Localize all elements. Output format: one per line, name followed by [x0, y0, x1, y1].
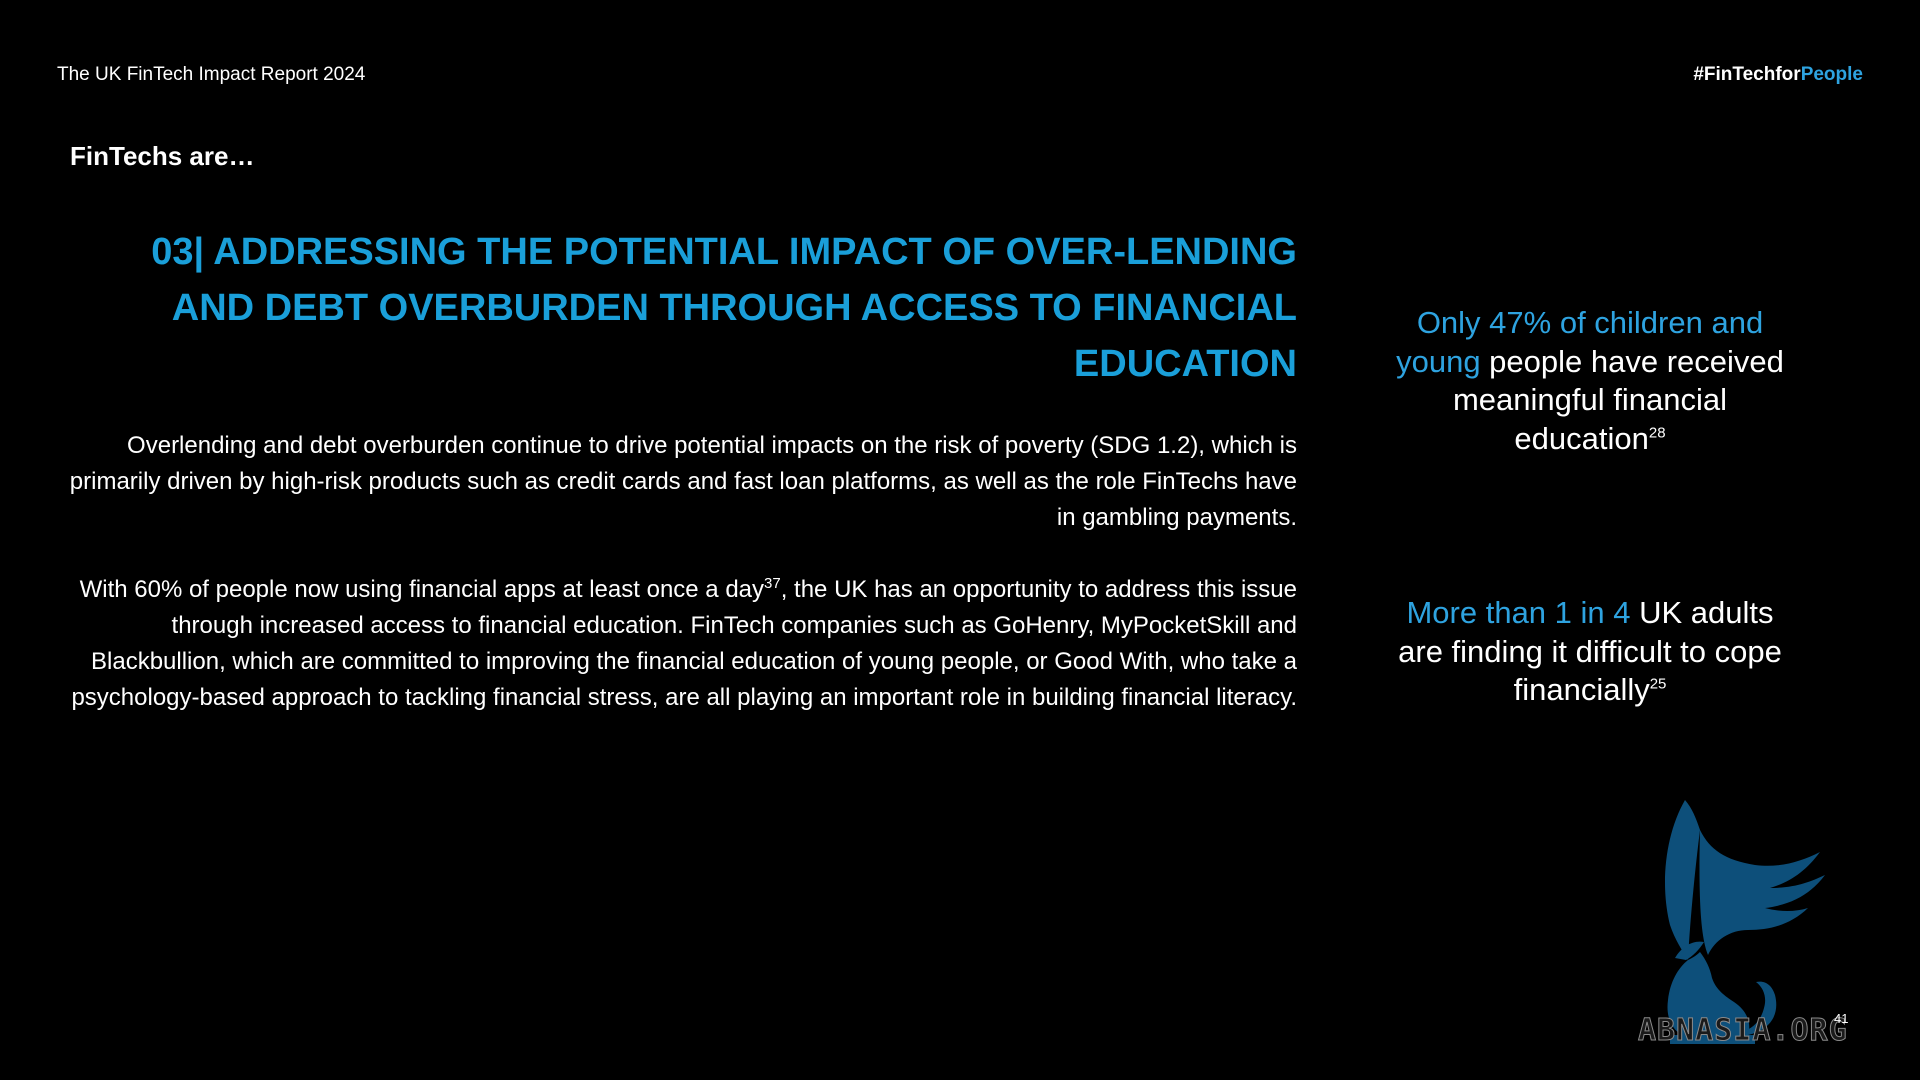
page-title: 03| ADDRESSING THE POTENTIAL IMPACT OF O… — [151, 231, 1297, 385]
stat-text: people have received meaningful financia… — [1452, 343, 1784, 456]
section-label: FinTechs are… — [70, 141, 255, 171]
stat-adults-coping: More than 1 in 4 UK adults are finding i… — [1390, 594, 1790, 710]
hashtag-prefix: #FinTechfor — [1693, 64, 1801, 85]
footnote-marker: 37 — [764, 575, 781, 592]
paragraph-part1: With 60% of people now using financial a… — [79, 576, 765, 603]
footnote-marker: 25 — [1649, 675, 1667, 693]
stat-highlight: More than 1 in 4 — [1406, 595, 1631, 630]
report-title: The UK FinTech Impact Report 2024 — [57, 64, 366, 85]
paragraph-overlending: Overlending and debt overburden continue… — [69, 432, 1297, 531]
watermark: ABNASIA.ORG — [1638, 1013, 1848, 1049]
stat-children-education: Only 47% of children and young people ha… — [1390, 304, 1790, 458]
griffin-logo-icon — [1665, 800, 1825, 1044]
hashtag: #FinTechforPeople — [1693, 64, 1863, 86]
page-number: 41 — [1834, 1011, 1849, 1026]
footnote-marker: 28 — [1648, 424, 1666, 442]
paragraph-financial-apps: With 60% of people now using financial a… — [60, 572, 1297, 716]
hashtag-accent: People — [1800, 64, 1863, 85]
